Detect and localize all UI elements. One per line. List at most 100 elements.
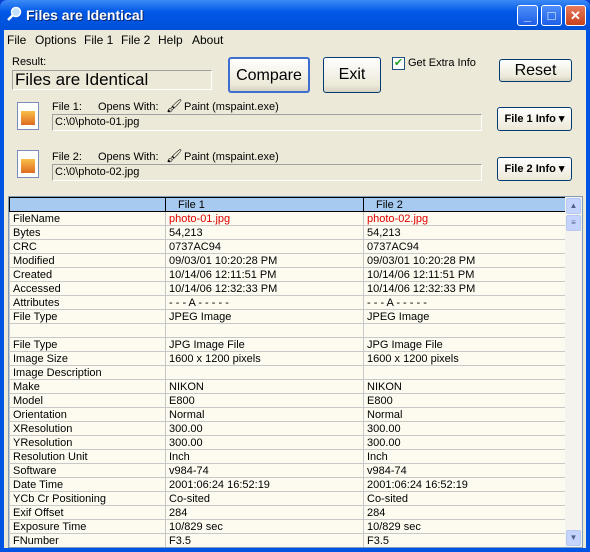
table-row[interactable]: Software v984-74 v984-74 (9, 463, 566, 478)
value-cell: 09/03/01 10:20:28 PM (165, 253, 364, 268)
file2-path[interactable]: C:\0\photo-02.jpg (52, 164, 482, 181)
close-button[interactable]: ✕ (565, 5, 586, 26)
title-bar[interactable]: Files are Identical _ □ ✕ (0, 0, 590, 30)
menu-file1[interactable]: File 1 (84, 33, 113, 47)
compare-button[interactable]: Compare (228, 57, 310, 93)
value-cell: 300.00 (363, 421, 566, 436)
file2-icon (17, 150, 39, 178)
value-cell: JPG Image File (165, 337, 364, 352)
header-cell[interactable]: File 2 (363, 197, 566, 212)
value-cell: 10/14/06 12:32:33 PM (165, 281, 364, 296)
table-row[interactable]: Exposure Time 10/829 sec 10/829 sec (9, 519, 566, 534)
value-cell: Inch (165, 449, 364, 464)
table-row[interactable]: Bytes 54,213 54,213 (9, 225, 566, 240)
table-row[interactable]: File Type JPEG Image JPEG Image (9, 309, 566, 324)
window-title: Files are Identical (26, 7, 144, 23)
property-cell: FileName (9, 211, 166, 226)
file1-opens-with-label: Opens With: (98, 101, 159, 113)
table-row[interactable]: File Type JPG Image File JPG Image File (9, 337, 566, 352)
property-cell: Bytes (9, 225, 166, 240)
value-cell (363, 365, 566, 380)
table-row[interactable]: Attributes - - - A - - - - -- - - A - - -… (9, 295, 566, 310)
table-row[interactable]: YResolution 300.00 300.00 (9, 435, 566, 450)
property-cell: Make (9, 379, 166, 394)
value-cell: Inch (363, 449, 566, 464)
scroll-up-button[interactable]: ▲ (566, 198, 581, 214)
property-cell: Created (9, 267, 166, 282)
table-row[interactable]: CRC 0737AC94 0737AC94 (9, 239, 566, 254)
menu-file[interactable]: File (7, 33, 26, 47)
scroll-down-button[interactable]: ▼ (566, 530, 581, 546)
value-cell: 0737AC94 (165, 239, 364, 254)
menu-about[interactable]: About (192, 33, 223, 47)
table-row[interactable]: Exif Offset 284 284 (9, 505, 566, 520)
magnifier-icon (7, 6, 22, 21)
value-cell: 10/829 sec (165, 519, 364, 534)
property-cell: Exif Offset (9, 505, 166, 520)
value-cell: Normal (165, 407, 364, 422)
table-row[interactable]: Accessed 10/14/06 12:32:33 PM 10/14/06 12:… (9, 281, 566, 296)
property-cell: Accessed (9, 281, 166, 296)
table-row[interactable]: XResolution 300.00 300.00 (9, 421, 566, 436)
header-cell[interactable]: File 1 (165, 197, 364, 212)
table-row[interactable]: Model E800 E800 (9, 393, 566, 408)
exit-button[interactable]: Exit (323, 57, 381, 93)
maximize-button[interactable]: □ (541, 5, 562, 26)
value-cell: 300.00 (165, 435, 364, 450)
extra-info-checkbox[interactable]: ✔ (392, 57, 405, 70)
property-cell: Orientation (9, 407, 166, 422)
table-row[interactable]: Date Time 2001:06:24 16:52:19 2001:06:24 1… (9, 477, 566, 492)
table-row[interactable]: FileName photo-01.jpg photo-02.jpg (9, 211, 566, 226)
property-cell: Model (9, 393, 166, 408)
table-row[interactable]: Orientation Normal Normal (9, 407, 566, 422)
property-cell: FNumber (9, 533, 166, 547)
menu-bar: File Options File 1 File 2 Help About (4, 30, 586, 49)
value-cell: v984-74 (363, 463, 566, 478)
value-cell: NIKON (363, 379, 566, 394)
value-cell: 284 (363, 505, 566, 520)
property-cell: File Type (9, 337, 166, 352)
table-row[interactable]: Image Size 1600 x 1200 pixels 1600 x 1200 … (9, 351, 566, 366)
value-cell: 300.00 (165, 421, 364, 436)
property-cell: XResolution (9, 421, 166, 436)
value-cell (363, 323, 566, 338)
table-row[interactable]: YCb Cr Positioning Co-sited Co-sited (9, 491, 566, 506)
menu-options[interactable]: Options (35, 33, 76, 47)
scroll-thumb[interactable]: ≡ (566, 215, 581, 231)
value-cell: Co-sited (165, 491, 364, 506)
property-cell: Image Description (9, 365, 166, 380)
property-cell: Date Time (9, 477, 166, 492)
value-cell: JPG Image File (363, 337, 566, 352)
value-cell: 1600 x 1200 pixels (165, 351, 364, 366)
value-cell: 300.00 (363, 435, 566, 450)
minimize-button[interactable]: _ (517, 5, 538, 26)
menu-file2[interactable]: File 2 (121, 33, 150, 47)
value-cell: 10/14/06 12:11:51 PM (363, 267, 566, 282)
property-cell: Modified (9, 253, 166, 268)
table-row[interactable]: Image Description (9, 365, 566, 380)
table-row[interactable]: Modified 09/03/01 10:20:28 PM 09/03/01 10:… (9, 253, 566, 268)
table-row[interactable]: Created 10/14/06 12:11:51 PM 10/14/06 12:1… (9, 267, 566, 282)
menu-help[interactable]: Help (158, 33, 183, 47)
result-field: Files are Identical (12, 70, 212, 90)
value-cell: Normal (363, 407, 566, 422)
value-cell: 1600 x 1200 pixels (363, 351, 566, 366)
table-row[interactable] (9, 323, 566, 338)
file2-info-button[interactable]: File 2 Info ▾ (497, 157, 572, 181)
vertical-scrollbar[interactable]: ▲ ≡ ▼ (565, 197, 582, 547)
value-cell: 0737AC94 (363, 239, 566, 254)
reset-button[interactable]: Reset (499, 59, 572, 82)
comparison-grid: File 1 File 2 FileName photo-01.jpg photo-… (8, 196, 583, 548)
property-cell: YResolution (9, 435, 166, 450)
value-cell: E800 (165, 393, 364, 408)
property-cell: Exposure Time (9, 519, 166, 534)
file1-info-button[interactable]: File 1 Info ▾ (497, 107, 572, 131)
table-row[interactable]: Resolution Unit Inch Inch (9, 449, 566, 464)
table-row[interactable]: FNumber F3.5 F3.5 (9, 533, 566, 547)
file1-path[interactable]: C:\0\photo-01.jpg (52, 114, 482, 131)
file1-app: Paint (mspaint.exe) (184, 101, 279, 113)
value-cell: 10/14/06 12:32:33 PM (363, 281, 566, 296)
value-cell: 2001:06:24 16:52:19 (363, 477, 566, 492)
header-cell[interactable] (9, 197, 166, 212)
table-row[interactable]: Make NIKON NIKON (9, 379, 566, 394)
